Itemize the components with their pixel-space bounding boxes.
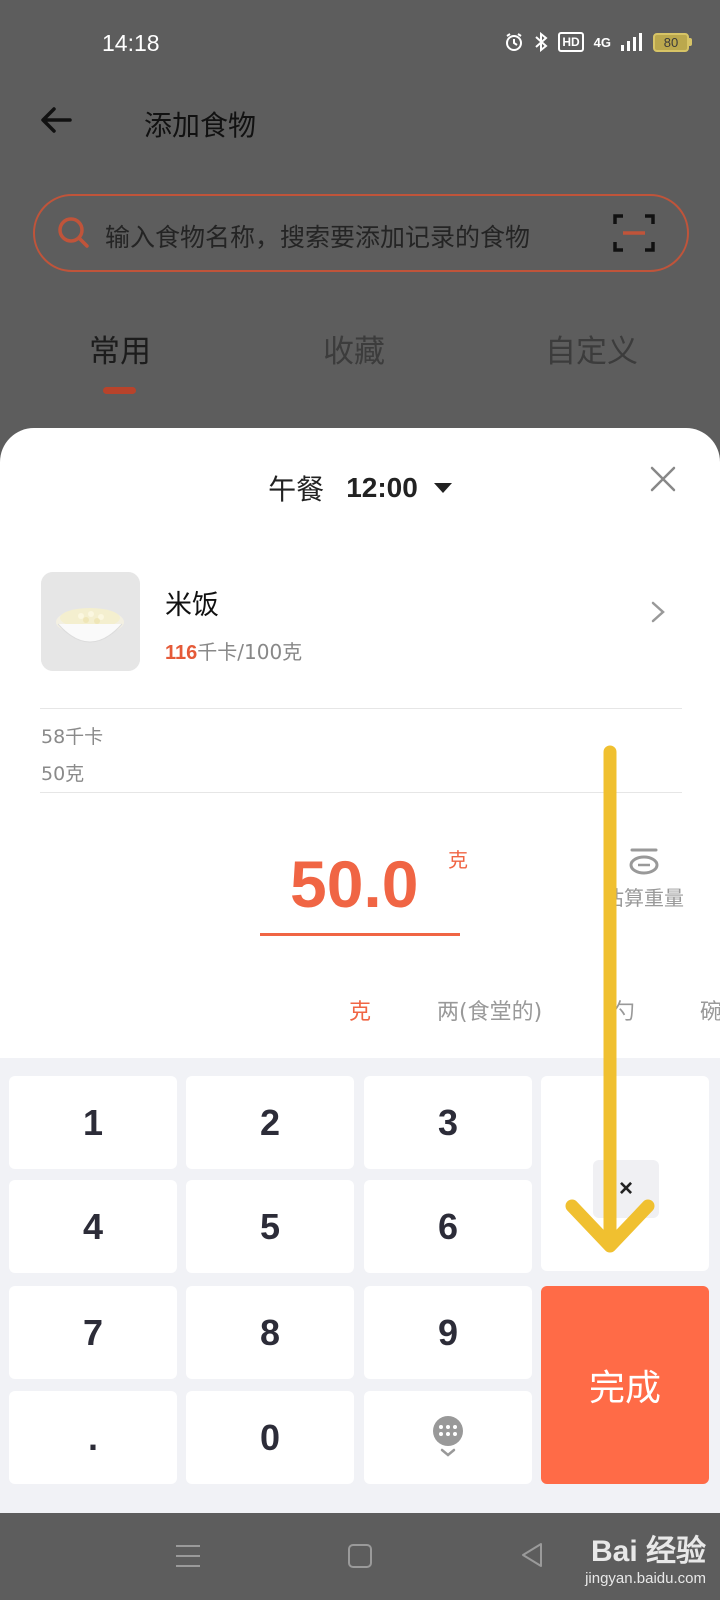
chevron-right-icon[interactable] <box>648 600 668 624</box>
food-image <box>41 572 140 671</box>
amount-input[interactable]: 50.0 <box>290 846 418 922</box>
tutorial-arrow-overlay <box>565 745 655 1253</box>
status-time: 14:18 <box>102 30 160 56</box>
watermark-brand: Bai 经验 <box>590 1535 706 1568</box>
hd-badge: HD <box>558 32 584 52</box>
divider <box>40 708 682 709</box>
key-2[interactable]: 2 <box>186 1076 354 1169</box>
meal-time: 12:00 <box>346 472 418 503</box>
alarm-icon <box>506 33 523 51</box>
unit-option-bowl[interactable]: 碗 <box>700 994 720 1026</box>
page-title: 添加食物 <box>144 109 257 142</box>
food-calories-value: 116 <box>165 642 198 664</box>
amount-underline <box>260 933 460 936</box>
menu-nav-icon[interactable] <box>174 1543 202 1569</box>
food-calories-unit: 千卡/100克 <box>197 640 303 664</box>
tab-indicator <box>103 387 136 394</box>
close-icon[interactable] <box>648 464 678 494</box>
key-9[interactable]: 9 <box>364 1286 532 1379</box>
tab-custom[interactable]: 自定义 <box>545 326 638 371</box>
unit-option-liang[interactable]: 两(食堂的) <box>437 994 542 1026</box>
watermark-url: jingyan.baidu.com <box>585 1570 706 1587</box>
search-bar[interactable]: 输入食物名称，搜索要添加记录的食物 <box>33 194 689 272</box>
tab-favorites[interactable]: 收藏 <box>323 326 385 371</box>
key-1[interactable]: 1 <box>9 1076 177 1169</box>
caret-down-icon <box>433 483 452 493</box>
key-6[interactable]: 6 <box>364 1180 532 1273</box>
home-nav-icon[interactable] <box>347 1543 373 1569</box>
food-calorie-info: 116千卡/100克 <box>165 636 302 665</box>
meal-name: 午餐 <box>268 473 325 506</box>
keyboard-hide-icon <box>433 1415 463 1457</box>
key-4[interactable]: 4 <box>9 1180 177 1273</box>
battery-level: 80 <box>653 32 689 52</box>
key-3[interactable]: 3 <box>364 1076 532 1169</box>
status-icons: HD 4G 80 <box>504 32 692 52</box>
keyboard-toggle-key[interactable] <box>364 1391 532 1484</box>
tab-common[interactable]: 常用 <box>89 326 151 371</box>
key-7[interactable]: 7 <box>9 1286 177 1379</box>
back-nav-icon[interactable] <box>520 1541 544 1569</box>
key-5[interactable]: 5 <box>186 1180 354 1273</box>
scan-icon[interactable] <box>613 212 655 254</box>
key-dot[interactable]: . <box>9 1391 177 1484</box>
search-icon <box>58 217 89 248</box>
meal-selector[interactable]: 午餐 12:00 <box>0 468 720 508</box>
summary-weight: 50克 <box>41 763 85 785</box>
summary-calories: 58千卡 <box>41 726 104 748</box>
search-input[interactable]: 输入食物名称，搜索要添加记录的食物 <box>105 218 530 254</box>
baidu-watermark: Bai 经验 jingyan.baidu.com <box>585 1526 706 1587</box>
bluetooth-icon <box>535 32 548 52</box>
signal-icon <box>621 33 642 51</box>
unit-option-gram[interactable]: 克 <box>349 994 371 1026</box>
food-name[interactable]: 米饭 <box>165 583 219 622</box>
back-arrow-icon[interactable] <box>38 102 74 138</box>
network-label: 4G <box>593 34 611 50</box>
battery-icon: 80 <box>653 32 692 52</box>
amount-unit: 克 <box>448 848 468 872</box>
key-8[interactable]: 8 <box>186 1286 354 1379</box>
key-0[interactable]: 0 <box>186 1391 354 1484</box>
done-button[interactable]: 完成 <box>541 1286 709 1484</box>
